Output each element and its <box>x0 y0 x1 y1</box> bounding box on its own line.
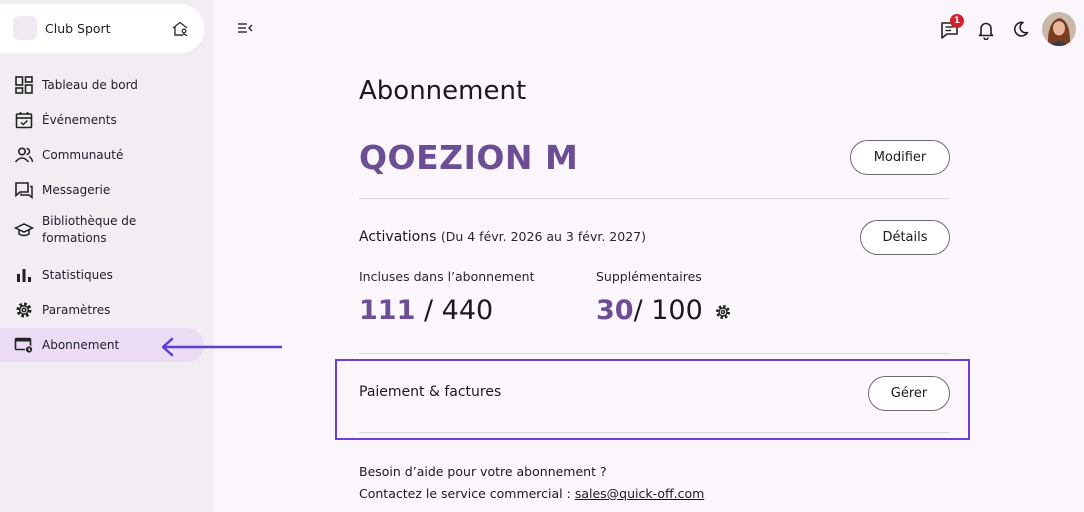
extra-used: 30 <box>596 295 634 326</box>
subscription-icon <box>14 337 34 354</box>
dashboard-icon <box>15 76 33 94</box>
extra-count: 30/ 100 <box>596 295 703 326</box>
sidebar-item-label: Tableau de bord <box>42 77 138 92</box>
sidebar-item-messaging[interactable]: Messagerie <box>0 173 204 207</box>
sidebar-item-community[interactable]: Communauté <box>0 138 204 172</box>
help-contact: Contactez le service commercial : sales@… <box>359 486 704 501</box>
divider <box>359 353 950 354</box>
extra-label: Supplémentaires <box>596 269 702 284</box>
payment-label: Paiement & factures <box>359 384 502 400</box>
sidebar-item-label: Messagerie <box>42 182 111 197</box>
help-text: Besoin d’aide pour votre abonnement ? <box>359 464 607 479</box>
help-contact-prefix: Contactez le service commercial : <box>359 486 575 501</box>
sidebar-item-label: Événements <box>42 112 117 127</box>
sales-email-link[interactable]: sales@quick-off.com <box>575 486 704 501</box>
sidebar-item-settings[interactable]: Paramètres <box>0 293 204 327</box>
extra-settings-gear-icon[interactable] <box>714 303 732 321</box>
chat-icon <box>15 182 33 200</box>
graduation-icon <box>14 223 34 237</box>
sidebar-item-training-library[interactable]: Bibliothèque de formations <box>0 208 204 252</box>
club-name: Club Sport <box>45 21 111 36</box>
sidebar-item-label: Communauté <box>42 147 124 162</box>
sidebar: Club Sport Tableau de bord Événements Co… <box>0 0 214 512</box>
sidebar-item-label: Paramètres <box>42 302 111 317</box>
sidebar-item-dashboard[interactable]: Tableau de bord <box>0 68 204 102</box>
divider <box>359 198 950 199</box>
sidebar-item-label: Abonnement <box>42 337 120 352</box>
bar-chart-icon <box>17 269 31 282</box>
home-switch-icon[interactable] <box>171 21 189 37</box>
included-total: / 440 <box>423 295 494 326</box>
sidebar-item-label: Bibliothèque de formations <box>42 214 137 245</box>
club-logo <box>13 16 37 40</box>
user-avatar[interactable] <box>1042 12 1076 46</box>
sidebar-item-statistics[interactable]: Statistiques <box>0 258 204 292</box>
gear-icon <box>16 302 32 318</box>
modify-button[interactable]: Modifier <box>850 140 950 175</box>
notification-badge: 1 <box>950 14 964 28</box>
plan-name: QOEZION M <box>359 138 579 177</box>
manage-button[interactable]: Gérer <box>868 376 950 411</box>
sidebar-item-events[interactable]: Événements <box>0 103 204 137</box>
activations-heading: Activations (Du 4 févr. 2026 au 3 févr. … <box>359 229 646 245</box>
collapse-menu-icon[interactable] <box>236 19 254 37</box>
bell-icon[interactable] <box>977 20 995 40</box>
page-title: Abonnement <box>359 76 527 106</box>
pointer-arrow-icon <box>161 337 282 357</box>
included-used: 111 <box>359 295 416 326</box>
dark-mode-icon[interactable] <box>1012 20 1030 38</box>
sidebar-item-label: Statistiques <box>42 267 113 282</box>
activations-period: (Du 4 févr. 2026 au 3 févr. 2027) <box>440 229 646 244</box>
club-selector[interactable]: Club Sport <box>0 4 204 53</box>
users-icon <box>14 147 34 163</box>
divider <box>359 432 950 433</box>
extra-total: / 100 <box>633 295 703 326</box>
details-button[interactable]: Détails <box>860 220 950 255</box>
included-count: 111 / 440 <box>359 295 493 326</box>
calendar-icon <box>15 112 33 129</box>
activations-label: Activations <box>359 229 437 245</box>
included-label: Incluses dans l’abonnement <box>359 269 535 284</box>
